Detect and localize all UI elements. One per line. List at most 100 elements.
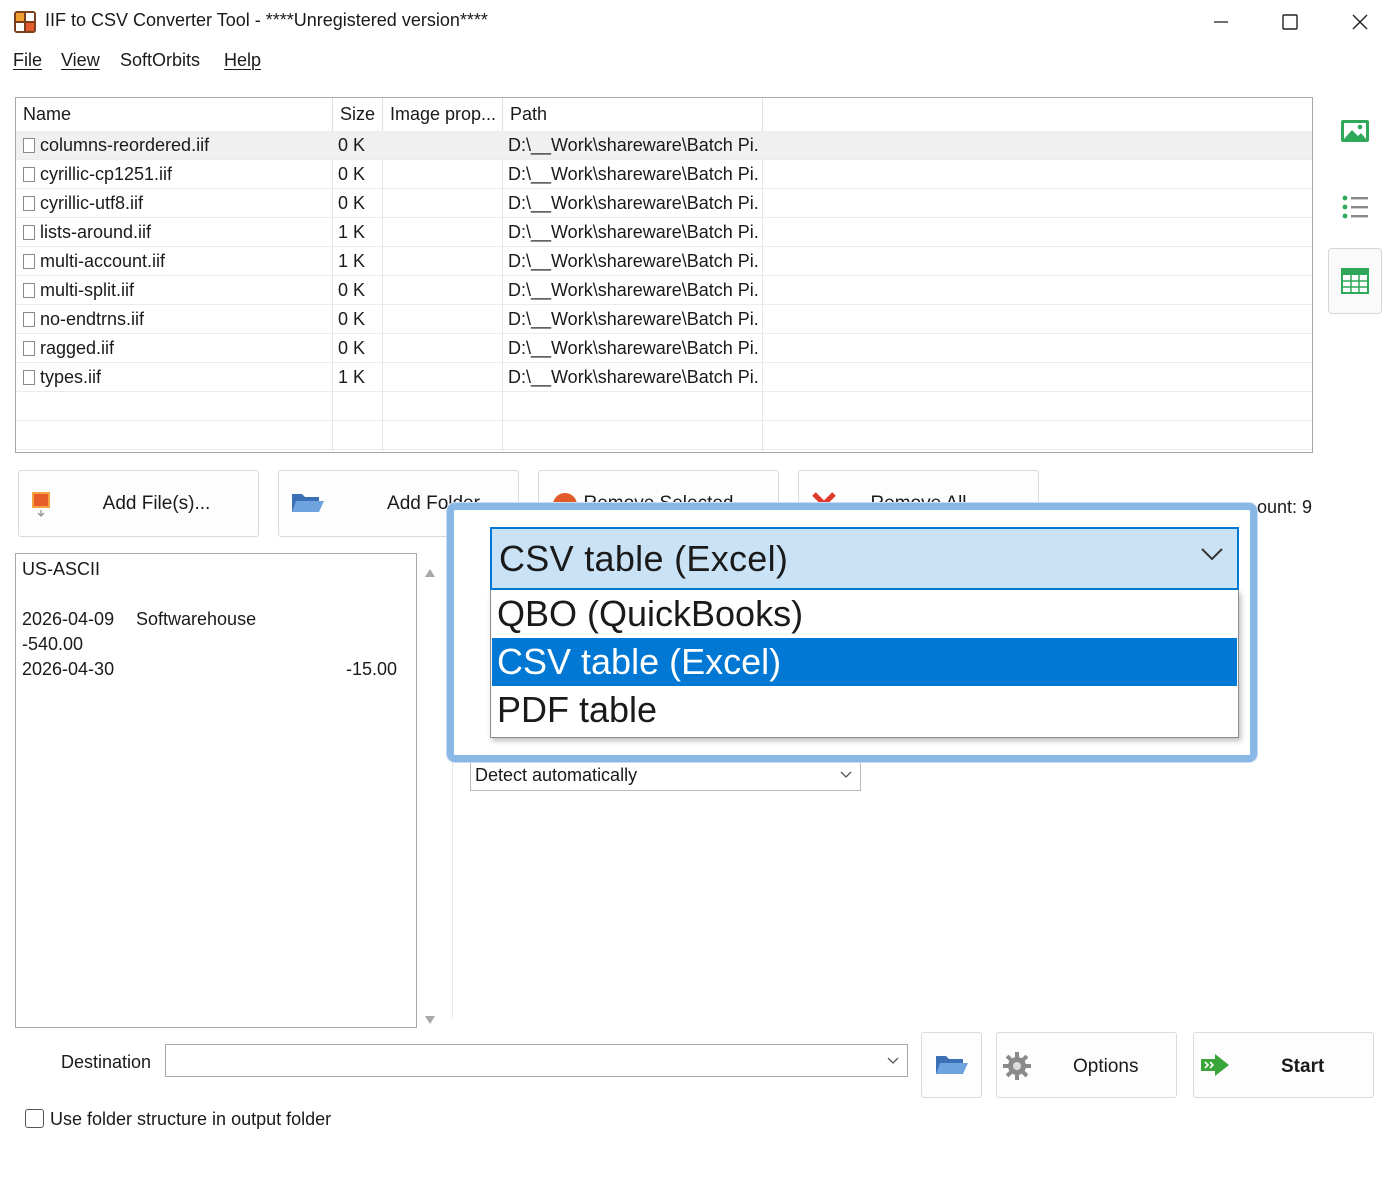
menu-view[interactable]: View	[61, 50, 100, 71]
list-view-icon	[1342, 195, 1368, 219]
gear-icon	[1003, 1052, 1031, 1080]
table-row[interactable]: multi-account.iif 1 K D:\__Work\shareware\…	[16, 247, 1312, 276]
window-title: IIF to CSV Converter Tool - ****Unregist…	[45, 10, 488, 30]
cell-size: 0 K	[338, 164, 366, 184]
detect-encoding-dropdown[interactable]: Detect automatically	[470, 760, 861, 791]
cell-path: D:\__Work\shareware\Batch Pi...	[508, 309, 760, 329]
cell-name: cyrillic-utf8.iif	[23, 189, 328, 218]
chevron-down-icon	[840, 771, 852, 778]
browse-destination-button[interactable]	[921, 1032, 982, 1098]
file-icon	[23, 167, 35, 182]
image-view-icon	[1341, 120, 1369, 142]
column-header-name[interactable]: Name	[16, 98, 333, 131]
empty-row	[16, 392, 1312, 421]
minimize-button[interactable]	[1186, 0, 1256, 44]
cell-name: ragged.iif	[23, 334, 328, 363]
image-view-button[interactable]	[1328, 98, 1382, 164]
file-icon	[23, 225, 35, 240]
output-format-combobox[interactable]: CSV table (Excel)	[490, 527, 1239, 590]
add-files-button[interactable]: Add File(s)...	[18, 470, 259, 537]
table-row[interactable]: columns-reordered.iif 0 K D:\__Work\sharew…	[16, 131, 1312, 160]
close-icon	[1352, 14, 1368, 30]
menu-bar	[0, 44, 1397, 78]
cell-path: D:\__Work\shareware\Batch Pi...	[508, 280, 760, 300]
table-row[interactable]: cyrillic-utf8.iif 0 K D:\__Work\shareware\…	[16, 189, 1312, 218]
chevron-down-icon	[1201, 548, 1223, 561]
cell-image-props	[388, 160, 500, 189]
table-row[interactable]: cyrillic-cp1251.iif 0 K D:\__Work\sharewar…	[16, 160, 1312, 189]
file-name: cyrillic-utf8.iif	[40, 193, 144, 213]
use-folder-structure-checkbox[interactable]	[25, 1109, 44, 1128]
start-arrow-icon	[1201, 1054, 1229, 1076]
cell-size: 1 K	[338, 251, 366, 271]
scroll-up-arrow[interactable]	[424, 562, 436, 583]
cell-name: lists-around.iif	[23, 218, 328, 247]
options-button[interactable]: Options	[996, 1032, 1177, 1098]
column-header-image-props[interactable]: Image prop...	[383, 98, 503, 131]
output-format-selected: CSV table (Excel)	[499, 538, 789, 579]
detect-encoding-value: Detect automatically	[475, 765, 638, 785]
table-row[interactable]: no-endtrns.iif 0 K D:\__Work\shareware\Bat…	[16, 305, 1312, 334]
table-row[interactable]: types.iif 1 K D:\__Work\shareware\Batch Pi…	[16, 363, 1312, 392]
file-name: no-endtrns.iif	[40, 309, 145, 329]
cell-name: cyrillic-cp1251.iif	[23, 160, 328, 189]
cell-image-props	[388, 334, 500, 363]
cell-name: columns-reordered.iif	[23, 131, 328, 160]
chevron-down-icon[interactable]	[887, 1057, 899, 1065]
list-view-button[interactable]	[1328, 174, 1382, 240]
menu-file[interactable]: File	[13, 50, 42, 71]
destination-input[interactable]	[165, 1044, 908, 1077]
preview-line1-name: Softwarehouse	[136, 609, 257, 629]
file-name: lists-around.iif	[40, 222, 152, 242]
file-icon	[23, 196, 35, 211]
use-folder-structure-label: Use folder structure in output folder	[50, 1109, 332, 1129]
cell-image-props	[388, 276, 500, 305]
close-button[interactable]	[1325, 0, 1395, 44]
cell-size: 1 K	[338, 222, 366, 242]
file-preview-panel[interactable]: US-ASCII 2026-04-09 Softwarehouse -540.0…	[15, 553, 417, 1028]
menu-help[interactable]: Help	[224, 50, 261, 71]
column-header-size[interactable]: Size	[333, 98, 383, 131]
cell-image-props	[388, 247, 500, 276]
file-icon	[23, 370, 35, 385]
format-option-csv[interactable]: CSV table (Excel)	[492, 638, 1237, 686]
file-icon	[23, 283, 35, 298]
cell-size: 1 K	[338, 367, 366, 387]
table-row[interactable]: lists-around.iif 1 K D:\__Work\shareware\B…	[16, 218, 1312, 247]
table-row[interactable]: ragged.iif 0 K D:\__Work\shareware\Batch P…	[16, 334, 1312, 363]
menu-softorbits[interactable]: SoftOrbits	[120, 50, 200, 71]
file-list[interactable]: Name Size Image prop... Path columns-reo…	[15, 97, 1313, 453]
menu-help-label: Help	[224, 50, 262, 70]
format-option-qbo[interactable]: QBO (QuickBooks)	[492, 590, 1237, 638]
add-files-label: Add File(s)...	[102, 493, 211, 514]
menu-view-label: View	[61, 50, 100, 70]
table-row[interactable]: multi-split.iif 0 K D:\__Work\shareware\Ba…	[16, 276, 1312, 305]
start-label: Start	[1281, 1056, 1325, 1077]
empty-row	[16, 421, 1312, 450]
table-view-button[interactable]	[1328, 248, 1382, 314]
cell-size: 0 K	[338, 309, 366, 329]
maximize-button[interactable]	[1255, 0, 1325, 44]
file-icon	[23, 254, 35, 269]
use-folder-structure-option[interactable]: Use folder structure in output folder	[25, 1109, 331, 1130]
menu-softorbits-label: SoftOrbits	[120, 50, 201, 70]
format-option-pdf[interactable]: PDF table	[492, 686, 1237, 734]
file-name: columns-reordered.iif	[40, 135, 210, 155]
file-icon	[23, 341, 35, 356]
cell-path: D:\__Work\shareware\Batch Pi...	[508, 164, 760, 184]
file-name: ragged.iif	[40, 338, 115, 358]
preview-line2: -540.00	[22, 634, 84, 654]
cell-path: D:\__Work\shareware\Batch Pi...	[508, 222, 760, 242]
file-name: types.iif	[40, 367, 102, 387]
cell-size: 0 K	[338, 338, 366, 358]
cell-size: 0 K	[338, 135, 366, 155]
scroll-down-arrow[interactable]	[424, 1009, 436, 1030]
menu-file-label: File	[13, 50, 43, 70]
cell-name: no-endtrns.iif	[23, 305, 328, 334]
cell-path: D:\__Work\shareware\Batch Pi...	[508, 193, 760, 213]
column-header-path[interactable]: Path	[503, 98, 763, 131]
file-count: ount: 9	[1257, 497, 1313, 517]
start-button[interactable]: Start	[1193, 1032, 1374, 1098]
cell-name: types.iif	[23, 363, 328, 392]
cell-image-props	[388, 363, 500, 392]
